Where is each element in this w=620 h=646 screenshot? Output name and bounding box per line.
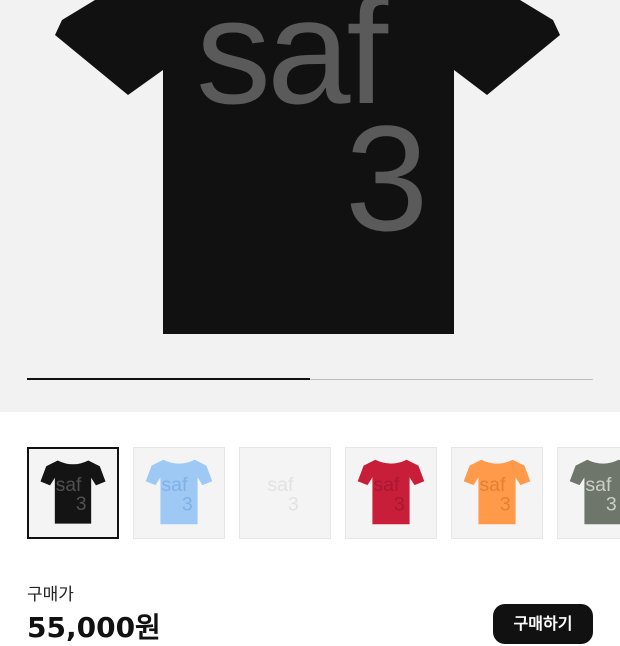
color-thumbnail-list: saf 3 saf 3 saf 3 saf 3 saf 3 saf 3	[27, 447, 620, 539]
svg-text:3: 3	[606, 494, 617, 516]
gallery-progress-fill	[27, 378, 310, 380]
gallery-progress-track	[27, 378, 593, 380]
color-thumbnail-white[interactable]: saf 3	[239, 447, 331, 539]
svg-text:3: 3	[394, 494, 405, 516]
product-image-area: saf 3	[0, 0, 620, 412]
svg-text:3: 3	[76, 494, 87, 515]
print-text-bottom: 3	[345, 94, 428, 262]
color-thumbnail-light-blue[interactable]: saf 3	[133, 447, 225, 539]
svg-text:saf: saf	[56, 475, 82, 496]
buy-button[interactable]: 구매하기	[493, 604, 593, 644]
product-image[interactable]: saf 3	[0, 0, 620, 412]
price-label: 구매가	[27, 585, 74, 605]
color-thumbnail-olive[interactable]: saf 3	[557, 447, 620, 539]
svg-text:3: 3	[288, 494, 299, 516]
price-value: 55,000원	[27, 611, 161, 644]
svg-text:3: 3	[500, 494, 511, 516]
color-thumbnail-black[interactable]: saf 3	[27, 447, 119, 539]
color-thumbnail-red[interactable]: saf 3	[345, 447, 437, 539]
svg-text:3: 3	[182, 494, 193, 516]
color-thumbnail-orange[interactable]: saf 3	[451, 447, 543, 539]
